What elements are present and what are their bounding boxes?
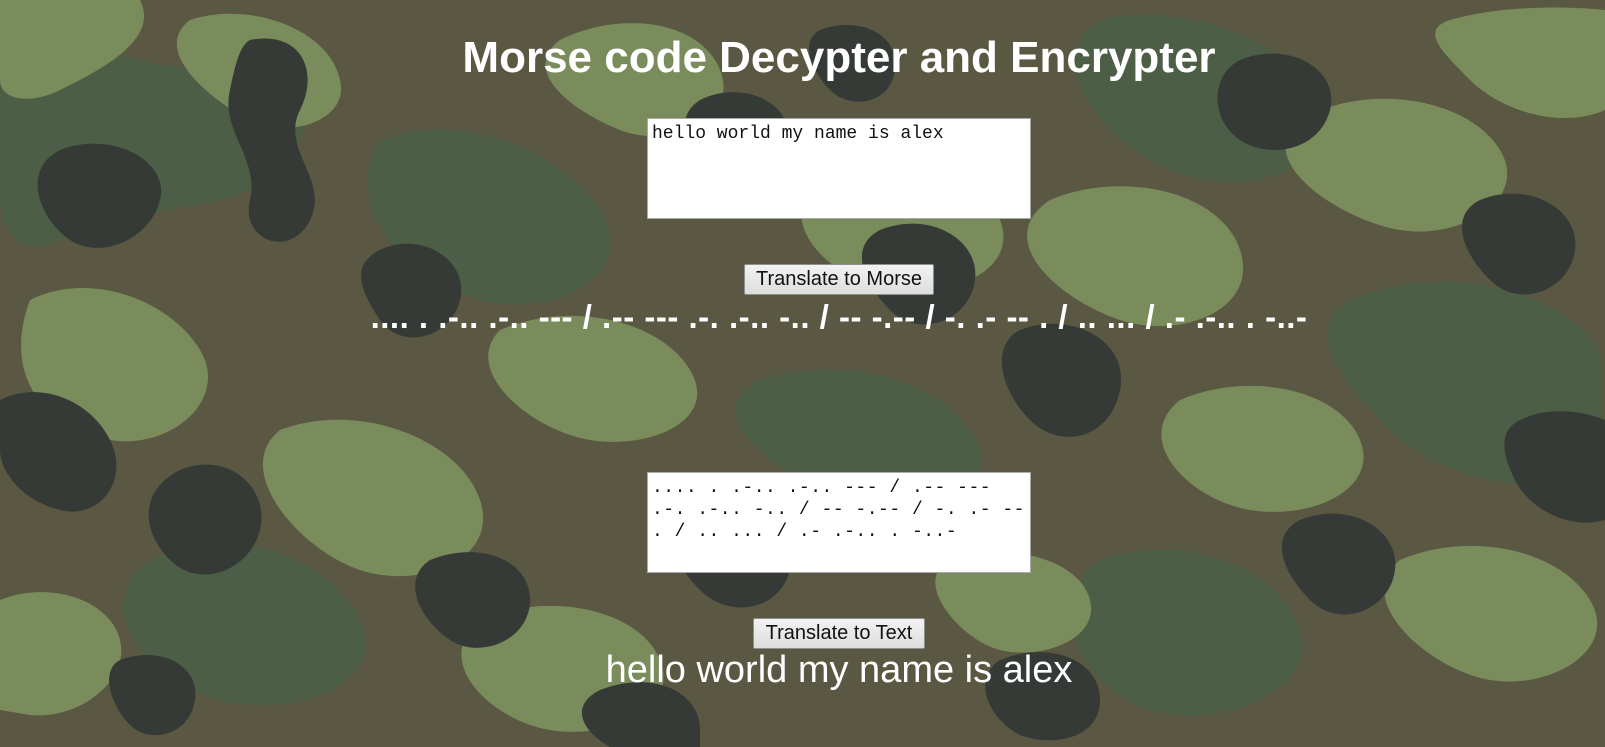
text-input[interactable]: hello world my name is alex (647, 118, 1031, 219)
translate-to-text-button[interactable]: Translate to Text (753, 618, 925, 649)
text-output: hello world my name is alex (605, 649, 1073, 691)
morse-input[interactable]: .... . .-.. .-.. --- / .-- --- .-. .-.. … (647, 472, 1031, 573)
translate-to-morse-button[interactable]: Translate to Morse (744, 264, 934, 295)
page-content: Morse code Decypter and Encrypter hello … (0, 0, 1605, 747)
page-title: Morse code Decypter and Encrypter (462, 33, 1216, 82)
morse-output: .... . .-.. .-.. --- / .-- --- .-. .-.. … (370, 298, 1308, 335)
